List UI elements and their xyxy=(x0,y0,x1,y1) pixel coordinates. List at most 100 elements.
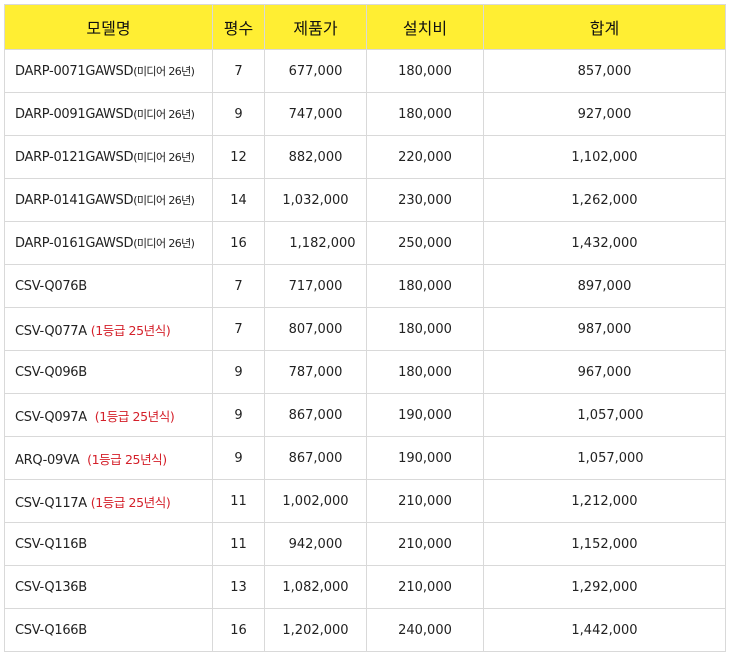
size-cell: 9 xyxy=(212,436,265,480)
install-cell: 230,000 xyxy=(366,178,484,222)
table-row: CSV-Q116B 11 942,000 210,000 1,152,000 xyxy=(4,522,726,566)
install-cell: 180,000 xyxy=(366,307,484,351)
size-cell: 12 xyxy=(212,135,265,179)
size-cell: 11 xyxy=(212,479,265,523)
model-tag: (1등급 25년식) xyxy=(94,408,175,424)
model-cell: DARP-0071GAWSD(미디어 26년) xyxy=(4,49,213,93)
price-cell: 1,002,000 xyxy=(264,479,367,523)
model-tag: (1등급 25년식) xyxy=(90,494,171,510)
install-cell: 210,000 xyxy=(366,565,484,609)
size-cell: 9 xyxy=(212,92,265,136)
size-cell: 13 xyxy=(212,565,265,609)
size-cell: 7 xyxy=(212,49,265,93)
table-row: CSV-Q136B 13 1,082,000 210,000 1,292,000 xyxy=(4,565,726,609)
model-cell: CSV-Q136B xyxy=(4,565,213,609)
install-cell: 190,000 xyxy=(366,436,484,480)
model-name: CSV-Q077A xyxy=(15,323,87,339)
price-cell: 807,000 xyxy=(264,307,367,351)
model-name: CSV-Q097A xyxy=(15,409,87,425)
size-cell: 16 xyxy=(212,608,265,652)
table-row: CSV-Q096B 9 787,000 180,000 967,000 xyxy=(4,350,726,394)
model-cell: CSV-Q096B xyxy=(4,350,213,394)
price-cell: 747,000 xyxy=(264,92,367,136)
table-row: DARP-0161GAWSD(미디어 26년) 16 1,182,000 250… xyxy=(4,221,726,265)
price-cell: 1,182,000 xyxy=(264,221,367,265)
install-cell: 220,000 xyxy=(366,135,484,179)
model-note: (미디어 26년) xyxy=(133,108,195,121)
price-cell: 882,000 xyxy=(264,135,367,179)
total-cell: 927,000 xyxy=(483,92,726,136)
size-cell: 9 xyxy=(212,350,265,394)
model-name: CSV-Q136B xyxy=(15,579,87,595)
model-cell: DARP-0161GAWSD(미디어 26년) xyxy=(4,221,213,265)
table-row: CSV-Q076B 7 717,000 180,000 897,000 xyxy=(4,264,726,308)
install-cell: 210,000 xyxy=(366,522,484,566)
model-name: DARP-0121GAWSD xyxy=(15,150,134,165)
total-cell: 1,152,000 xyxy=(483,522,726,566)
table-row: CSV-Q097A (1등급 25년식) 9 867,000 190,000 1… xyxy=(4,393,726,437)
header-total: 합계 xyxy=(483,4,726,50)
price-cell: 867,000 xyxy=(264,436,367,480)
table-row: DARP-0141GAWSD(미디어 26년) 14 1,032,000 230… xyxy=(4,178,726,222)
header-install: 설치비 xyxy=(366,4,484,50)
model-name: CSV-Q116B xyxy=(15,536,87,552)
install-cell: 180,000 xyxy=(366,49,484,93)
price-table: 모델명 평수 제품가 설치비 합계 DARP-0071GAWSD(미디어 26년… xyxy=(4,4,726,652)
total-cell: 1,292,000 xyxy=(483,565,726,609)
install-cell: 190,000 xyxy=(366,393,484,437)
size-cell: 16 xyxy=(212,221,265,265)
table-row: CSV-Q117A (1등급 25년식) 11 1,002,000 210,00… xyxy=(4,479,726,523)
model-tag: (1등급 25년식) xyxy=(90,322,171,338)
total-cell: 857,000 xyxy=(483,49,726,93)
price-cell: 717,000 xyxy=(264,264,367,308)
total-cell: 1,102,000 xyxy=(483,135,726,179)
install-cell: 180,000 xyxy=(366,92,484,136)
price-cell: 1,032,000 xyxy=(264,178,367,222)
header-row: 모델명 평수 제품가 설치비 합계 xyxy=(4,4,726,50)
install-cell: 240,000 xyxy=(366,608,484,652)
total-cell: 967,000 xyxy=(483,350,726,394)
model-note: (미디어 26년) xyxy=(133,151,195,164)
install-cell: 180,000 xyxy=(366,350,484,394)
install-cell: 250,000 xyxy=(366,221,484,265)
model-name: CSV-Q076B xyxy=(15,278,87,294)
model-name: CSV-Q117A xyxy=(15,495,87,511)
model-name: DARP-0071GAWSD xyxy=(15,64,134,79)
price-cell: 1,202,000 xyxy=(264,608,367,652)
model-cell: DARP-0141GAWSD(미디어 26년) xyxy=(4,178,213,222)
model-name: CSV-Q096B xyxy=(15,364,87,380)
price-cell: 787,000 xyxy=(264,350,367,394)
price-cell: 677,000 xyxy=(264,49,367,93)
total-cell: 1,057,000 xyxy=(483,436,726,480)
total-cell: 1,442,000 xyxy=(483,608,726,652)
price-cell: 942,000 xyxy=(264,522,367,566)
model-name: CSV-Q166B xyxy=(15,622,87,638)
model-cell: CSV-Q077A (1등급 25년식) xyxy=(4,307,213,351)
model-note: (미디어 26년) xyxy=(133,237,195,250)
model-cell: ARQ-09VA (1등급 25년식) xyxy=(4,436,213,480)
table-row: ARQ-09VA (1등급 25년식) 9 867,000 190,000 1,… xyxy=(4,436,726,480)
model-cell: CSV-Q076B xyxy=(4,264,213,308)
table-row: DARP-0071GAWSD(미디어 26년) 7 677,000 180,00… xyxy=(4,49,726,93)
table-row: CSV-Q166B 16 1,202,000 240,000 1,442,000 xyxy=(4,608,726,652)
model-cell: CSV-Q097A (1등급 25년식) xyxy=(4,393,213,437)
model-name: DARP-0091GAWSD xyxy=(15,107,134,122)
model-cell: DARP-0121GAWSD(미디어 26년) xyxy=(4,135,213,179)
size-cell: 11 xyxy=(212,522,265,566)
model-cell: CSV-Q166B xyxy=(4,608,213,652)
total-cell: 1,262,000 xyxy=(483,178,726,222)
price-cell: 867,000 xyxy=(264,393,367,437)
total-cell: 1,212,000 xyxy=(483,479,726,523)
table-row: DARP-0121GAWSD(미디어 26년) 12 882,000 220,0… xyxy=(4,135,726,179)
model-cell: DARP-0091GAWSD(미디어 26년) xyxy=(4,92,213,136)
table-row: CSV-Q077A (1등급 25년식) 7 807,000 180,000 9… xyxy=(4,307,726,351)
header-size: 평수 xyxy=(212,4,265,50)
model-note: (미디어 26년) xyxy=(133,65,195,78)
model-cell: CSV-Q116B xyxy=(4,522,213,566)
model-name: ARQ-09VA xyxy=(15,452,80,468)
size-cell: 9 xyxy=(212,393,265,437)
header-model: 모델명 xyxy=(4,4,213,50)
size-cell: 7 xyxy=(212,307,265,351)
model-name: DARP-0141GAWSD xyxy=(15,193,134,208)
price-cell: 1,082,000 xyxy=(264,565,367,609)
